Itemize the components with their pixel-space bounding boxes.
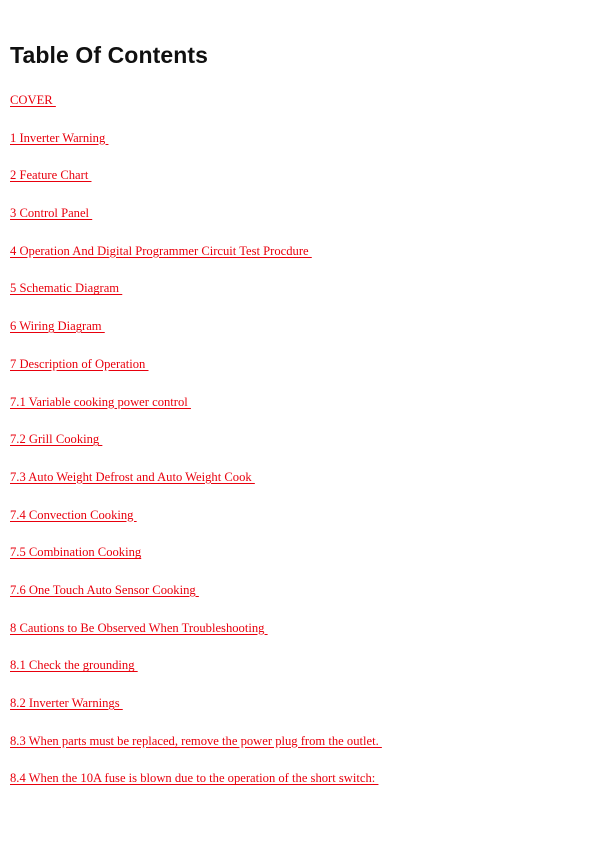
toc-link-5-schematic-diagram[interactable]: 5 Schematic Diagram (10, 280, 122, 296)
list-item: COVER (10, 92, 570, 130)
list-item: 8 Cautions to Be Observed When Troublesh… (10, 620, 570, 658)
document-page: Table Of Contents COVER 1 Inverter Warni… (0, 0, 595, 842)
toc-link-7-5-combination-cooking[interactable]: 7.5 Combination Cooking (10, 544, 141, 560)
list-item: 7.3 Auto Weight Defrost and Auto Weight … (10, 469, 570, 507)
toc-link-3-control-panel[interactable]: 3 Control Panel (10, 205, 92, 221)
toc-link-7-4-convection-cooking[interactable]: 7.4 Convection Cooking (10, 507, 137, 523)
toc-link-7-description-of-operation[interactable]: 7 Description of Operation (10, 356, 149, 372)
list-item: 4 Operation And Digital Programmer Circu… (10, 243, 570, 281)
list-item: 7.5 Combination Cooking (10, 544, 570, 582)
list-item: 8.1 Check the grounding (10, 657, 570, 695)
list-item: 7.2 Grill Cooking (10, 431, 570, 469)
list-item: 8.4 When the 10A fuse is blown due to th… (10, 770, 570, 808)
list-item: 7 Description of Operation (10, 356, 570, 394)
toc-link-6-wiring-diagram[interactable]: 6 Wiring Diagram (10, 318, 105, 334)
toc-link-2-feature-chart[interactable]: 2 Feature Chart (10, 167, 91, 183)
toc-link-1-inverter-warning[interactable]: 1 Inverter Warning (10, 130, 108, 146)
toc-link-7-2-grill-cooking[interactable]: 7.2 Grill Cooking (10, 431, 102, 447)
list-item: 2 Feature Chart (10, 167, 570, 205)
list-item: 6 Wiring Diagram (10, 318, 570, 356)
table-of-contents-list: COVER 1 Inverter Warning 2 Feature Chart… (10, 92, 570, 808)
toc-link-8-2-inverter-warnings[interactable]: 8.2 Inverter Warnings (10, 695, 123, 711)
list-item: 7.6 One Touch Auto Sensor Cooking (10, 582, 570, 620)
toc-link-7-3-auto-weight-defrost-and-auto-weight-cook[interactable]: 7.3 Auto Weight Defrost and Auto Weight … (10, 469, 255, 485)
list-item: 8.3 When parts must be replaced, remove … (10, 733, 570, 771)
toc-link-8-1-check-the-grounding[interactable]: 8.1 Check the grounding (10, 657, 138, 673)
toc-link-4-operation-and-digital-programmer-circuit-test-procdure[interactable]: 4 Operation And Digital Programmer Circu… (10, 243, 312, 259)
list-item: 7.1 Variable cooking power control (10, 394, 570, 432)
toc-link-8-4-when-the-10a-fuse-is-blown[interactable]: 8.4 When the 10A fuse is blown due to th… (10, 770, 378, 786)
list-item: 7.4 Convection Cooking (10, 507, 570, 545)
toc-link-8-cautions-to-be-observed-when-troubleshooting[interactable]: 8 Cautions to Be Observed When Troublesh… (10, 620, 268, 636)
page-title: Table Of Contents (10, 42, 209, 68)
list-item: 8.2 Inverter Warnings (10, 695, 570, 733)
list-item: 3 Control Panel (10, 205, 570, 243)
list-item: 1 Inverter Warning (10, 130, 570, 168)
toc-link-8-3-when-parts-must-be-replaced[interactable]: 8.3 When parts must be replaced, remove … (10, 733, 382, 749)
toc-link-cover[interactable]: COVER (10, 92, 56, 108)
toc-link-7-6-one-touch-auto-sensor-cooking[interactable]: 7.6 One Touch Auto Sensor Cooking (10, 582, 199, 598)
toc-link-7-1-variable-cooking-power-control[interactable]: 7.1 Variable cooking power control (10, 394, 191, 410)
list-item: 5 Schematic Diagram (10, 280, 570, 318)
